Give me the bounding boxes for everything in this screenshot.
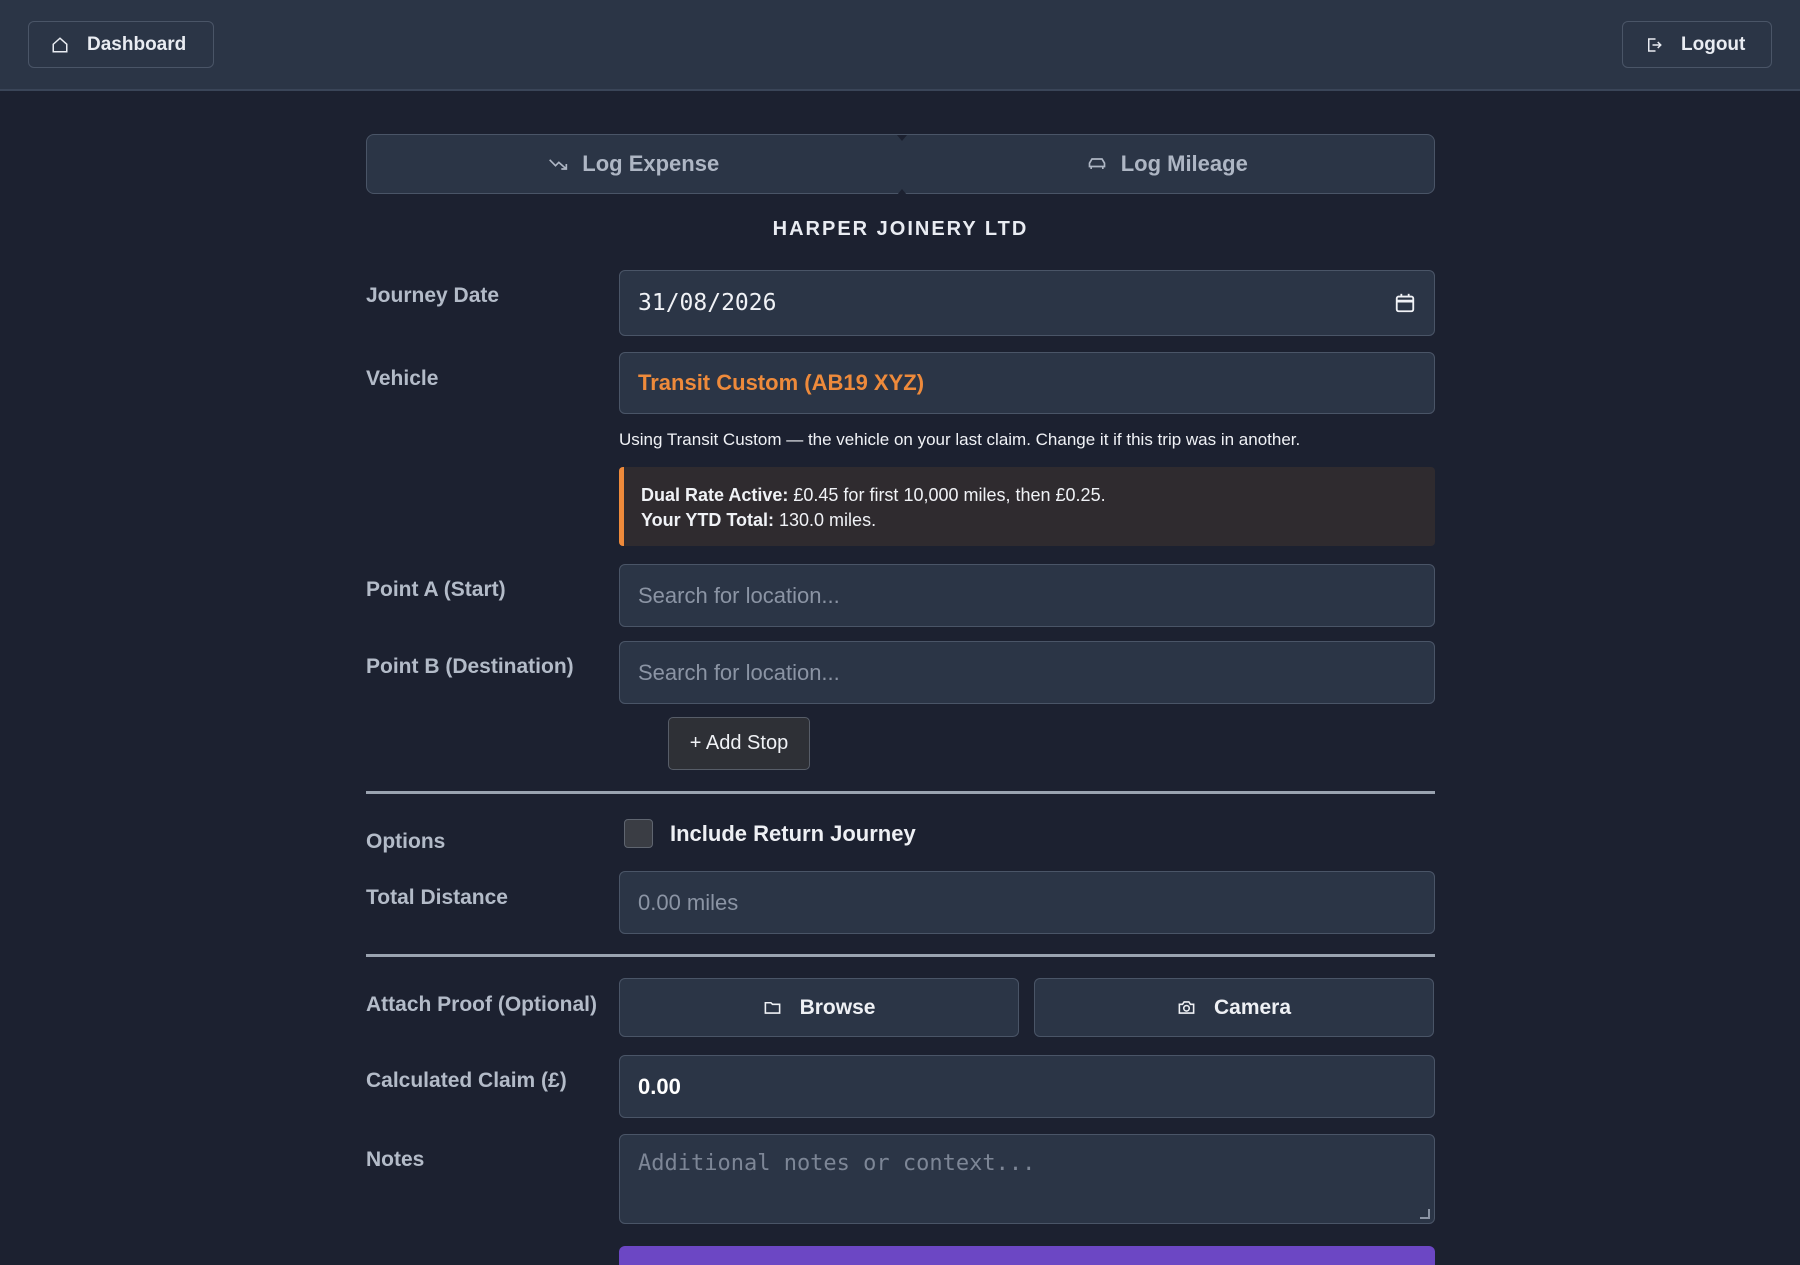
tab-divider (897, 135, 907, 195)
browse-button[interactable]: Browse (619, 978, 1019, 1037)
camera-button[interactable]: Camera (1034, 978, 1434, 1037)
point-a-placeholder: Search for location... (638, 582, 840, 608)
return-journey-checkbox[interactable] (624, 819, 653, 848)
tab-log-mileage-label: Log Mileage (1120, 151, 1248, 176)
total-distance-placeholder: 0.00 miles (638, 889, 739, 915)
logout-label: Logout (1681, 33, 1746, 55)
vehicle-label: Vehicle (366, 367, 439, 390)
tab-log-mileage[interactable]: Log Mileage (901, 135, 1435, 193)
ytd-total-text: 130.0 miles. (779, 510, 877, 530)
section-divider (366, 954, 1435, 957)
vehicle-value: Transit Custom (AB19 XYZ) (638, 370, 925, 395)
journey-date-label: Journey Date (366, 284, 500, 307)
calculated-claim-value: 0.00 (638, 1073, 681, 1099)
notes-textarea[interactable]: Additional notes or context... (619, 1134, 1435, 1224)
resize-handle[interactable] (1420, 1209, 1430, 1219)
return-journey-label[interactable]: Include Return Journey (670, 821, 916, 847)
calculated-claim-field: 0.00 (619, 1055, 1435, 1118)
company-name: HARPER JOINERY LTD (772, 218, 1029, 240)
browse-label: Browse (799, 995, 876, 1019)
journey-date-value: 31/08/2026 (638, 290, 777, 316)
add-stop-button[interactable]: + Add Stop (668, 717, 810, 770)
home-icon (52, 36, 68, 52)
vehicle-select[interactable]: Transit Custom (AB19 XYZ) (619, 352, 1435, 414)
ytd-total-label: Your YTD Total: (641, 510, 774, 530)
notes-label: Notes (366, 1148, 425, 1171)
dashboard-button[interactable]: Dashboard (28, 21, 214, 68)
dual-rate-text: £0.45 for first 10,000 miles, then £0.25… (793, 485, 1106, 505)
mode-tabs: Log Expense Log Mileage (366, 134, 1435, 195)
point-b-label: Point B (Destination) (366, 655, 574, 678)
rate-info-box: Dual Rate Active: £0.45 for first 10,000… (619, 467, 1435, 546)
top-bar: Dashboard Logout (0, 0, 1800, 91)
camera-label: Camera (1213, 995, 1292, 1019)
tab-log-expense-label: Log Expense (582, 151, 720, 176)
point-b-input[interactable]: Search for location... (619, 641, 1435, 704)
car-icon (1088, 158, 1106, 169)
attach-proof-label: Attach Proof (Optional) (366, 993, 597, 1016)
calculated-claim-label: Calculated Claim (£) (366, 1069, 567, 1092)
dual-rate-label: Dual Rate Active: (641, 485, 789, 505)
total-distance-label: Total Distance (366, 886, 508, 909)
camera-icon (1178, 1001, 1195, 1014)
point-a-input[interactable]: Search for location... (619, 564, 1435, 627)
folder-icon (764, 1001, 780, 1014)
logout-icon (1648, 37, 1662, 52)
trending-down-icon (549, 159, 568, 170)
vehicle-hint: Using Transit Custom — the vehicle on yo… (619, 430, 1301, 449)
notes-placeholder: Additional notes or context... (638, 1151, 1036, 1176)
point-b-placeholder: Search for location... (638, 659, 840, 685)
tab-log-expense[interactable]: Log Expense (367, 135, 901, 193)
point-a-label: Point A (Start) (366, 578, 506, 601)
logout-button[interactable]: Logout (1622, 21, 1772, 68)
calendar-icon[interactable] (1394, 292, 1416, 314)
submit-button[interactable] (619, 1246, 1435, 1265)
section-divider (366, 791, 1435, 794)
journey-date-input[interactable]: 31/08/2026 (619, 270, 1435, 336)
options-label: Options (366, 830, 446, 853)
total-distance-field: 0.00 miles (619, 871, 1435, 934)
dashboard-label: Dashboard (87, 33, 187, 55)
